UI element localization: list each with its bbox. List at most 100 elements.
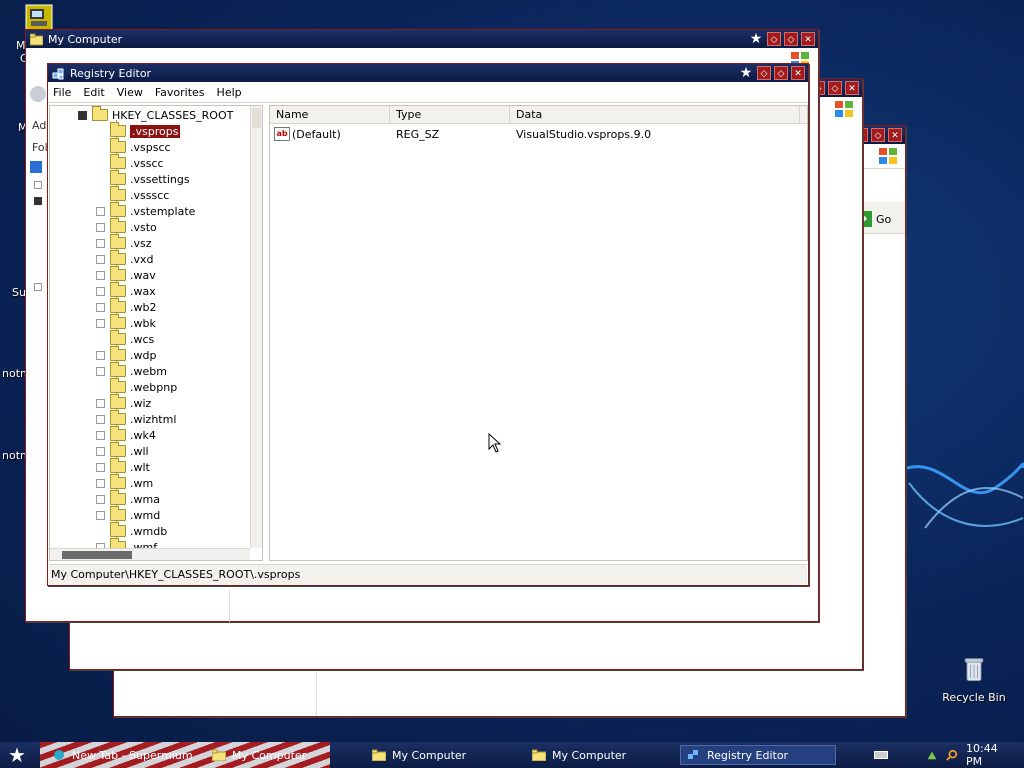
tree-item[interactable]: .vssscc [96,186,169,203]
column-header-type[interactable]: Type [390,106,510,124]
taskbar-button[interactable]: My Computer [526,745,676,765]
star-icon[interactable]: ★ [748,32,764,46]
expand-toggle[interactable] [96,510,105,520]
tree-item[interactable]: .wma [96,490,160,507]
regedit-icon [52,68,64,79]
tree-item[interactable]: .vsscc [96,154,164,171]
expand-toggle[interactable] [96,222,105,232]
values-list[interactable]: Name Type Data ab (Default) REG_SZ Visua… [269,105,808,561]
tree-item[interactable]: .webm [96,362,167,379]
tree-item[interactable]: .wdp [96,346,156,363]
tree-item[interactable]: .vsprops [96,122,182,139]
expand-toggle[interactable] [96,430,105,440]
tree-item-label: .wax [130,284,156,298]
maximize-button[interactable]: ◇ [774,66,788,80]
key-tree[interactable]: HKEY_CLASSES_ROOT .vsprops .vspscc .vsscc.… [49,105,263,561]
maximize-button[interactable]: ◇ [871,128,885,142]
expand-toggle[interactable] [96,494,105,504]
folder-icon [110,298,126,313]
expand-toggle[interactable] [96,254,105,264]
expand-toggle[interactable] [96,446,105,456]
desktop-icon-recycle-bin[interactable]: Recycle Bin [939,656,1009,704]
clock[interactable]: 10:44 PM [966,742,1010,768]
tree-item[interactable]: .webpnp [96,378,177,395]
expand-toggle[interactable] [96,350,105,360]
collapse-toggle[interactable] [78,110,87,120]
tree-item[interactable]: .vssettings [96,170,190,187]
expand-toggle[interactable] [96,318,105,328]
star-icon[interactable]: ★ [738,66,754,80]
computer-icon [25,4,53,32]
tree-item[interactable]: .wizhtml [96,410,176,427]
folder-icon [110,122,126,137]
keyboard-icon[interactable] [874,751,888,759]
folder-icon [532,749,546,761]
taskbar-button[interactable]: Registry Editor [680,745,836,765]
search-icon[interactable] [946,748,958,762]
close-button[interactable]: ✕ [845,81,859,95]
close-button[interactable]: ✕ [791,66,805,80]
title-bar[interactable]: Registry Editor ★ ◇ ◇ ✕ [48,64,808,82]
checkbox[interactable] [34,181,42,189]
tree-item[interactable]: .vsto [96,218,157,235]
expand-toggle[interactable] [96,478,105,488]
column-header-data[interactable]: Data [510,106,800,124]
tree-item[interactable]: .vspscc [96,138,171,155]
expand-toggle[interactable] [96,398,105,408]
registry-editor-window[interactable]: Registry Editor ★ ◇ ◇ ✕ File Edit View F… [47,63,809,586]
network-icon[interactable] [926,748,938,762]
scroll-thumb[interactable] [62,551,132,559]
tree-item[interactable]: .wiz [96,394,151,411]
taskbar-button[interactable]: My Computer [366,745,516,765]
expand-toggle[interactable] [96,206,105,216]
taskbar-button[interactable]: New Tab - Supermium [46,745,196,765]
tree-item[interactable]: .wlt [96,458,150,475]
expand-toggle[interactable] [96,414,105,424]
expand-toggle[interactable] [96,302,105,312]
expand-toggle[interactable] [96,366,105,376]
tree-horizontal-scrollbar[interactable] [50,548,250,560]
tree-vertical-scrollbar[interactable] [250,106,262,548]
tree-item[interactable]: .wb2 [96,298,156,315]
expand-toggle[interactable] [96,238,105,248]
tree-item[interactable]: .wcs [96,330,154,347]
menu-file[interactable]: File [53,86,71,99]
checkbox-checked[interactable] [34,197,42,205]
expand-toggle[interactable] [96,286,105,296]
folder-icon [110,218,126,233]
minimize-button[interactable]: ◇ [767,32,781,46]
taskbar-button[interactable]: My Computer [206,745,356,765]
tree-item[interactable]: .wmd [96,506,160,523]
menu-edit[interactable]: Edit [83,86,104,99]
tree-root-row[interactable]: HKEY_CLASSES_ROOT [78,106,233,123]
checkbox[interactable] [34,283,42,291]
tree-item[interactable]: .wm [96,474,153,491]
minimize-button[interactable]: ◇ [757,66,771,80]
maximize-button[interactable]: ◇ [828,81,842,95]
title-bar[interactable]: My Computer ★ ◇ ◇ ✕ [26,30,818,48]
menu-view[interactable]: View [117,86,143,99]
tree-item[interactable]: .vsz [96,234,152,251]
tree-item[interactable]: .vxd [96,250,154,267]
close-button[interactable]: ✕ [801,32,815,46]
maximize-button[interactable]: ◇ [784,32,798,46]
column-header-name[interactable]: Name [270,106,390,124]
tree-item[interactable]: .vstemplate [96,202,195,219]
close-button[interactable]: ✕ [888,128,902,142]
tree-item[interactable]: .wk4 [96,426,156,443]
back-button[interactable] [30,86,46,102]
start-button[interactable]: ★ [6,744,28,766]
tree-item[interactable]: .wll [96,442,149,459]
tree-item[interactable]: .wav [96,266,156,283]
tree-item-label: .wbk [130,316,156,330]
value-row[interactable]: ab (Default) REG_SZ VisualStudio.vsprops… [270,126,651,142]
expand-toggle[interactable] [96,270,105,280]
tree-item[interactable]: .wax [96,282,156,299]
expand-toggle[interactable] [96,462,105,472]
menu-help[interactable]: Help [217,86,242,99]
scroll-thumb[interactable] [252,108,261,128]
tree-item[interactable]: .wmdb [96,522,167,539]
menu-favorites[interactable]: Favorites [155,86,205,99]
value-name: (Default) [292,127,341,141]
tree-item[interactable]: .wbk [96,314,156,331]
